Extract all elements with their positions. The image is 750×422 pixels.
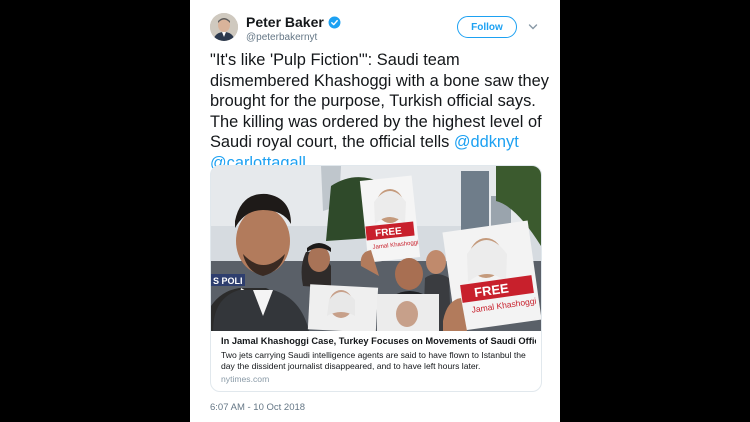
card-description: Two jets carrying Saudi intelligence age…	[221, 350, 526, 371]
chevron-down-icon[interactable]	[528, 22, 538, 32]
tweet-timestamp[interactable]: 6:07 AM - 10 Oct 2018	[210, 402, 305, 413]
news-photo: S POLI FREE Jamal Khashoggi FREE Jamal K…	[211, 166, 541, 331]
author-handle[interactable]: @peterbakernyt	[246, 32, 317, 43]
card-title[interactable]: In Jamal Khashoggi Case, Turkey Focuses …	[221, 336, 536, 346]
link-preview-card[interactable]: S POLI FREE Jamal Khashoggi FREE Jamal K…	[210, 165, 542, 392]
person-avatar-icon	[210, 13, 238, 41]
mention-ddknyt[interactable]: @ddknyt	[454, 133, 519, 151]
author-name[interactable]: Peter Baker	[246, 14, 324, 30]
follow-button[interactable]: Follow	[457, 16, 517, 38]
tweet-text: "It's like 'Pulp Fiction'": Saudi team d…	[210, 50, 555, 173]
verified-badge-icon	[328, 16, 341, 28]
author-name-row: Peter Baker	[246, 14, 341, 30]
author-avatar[interactable]	[210, 13, 238, 41]
card-domain: nytimes.com	[221, 374, 270, 384]
protest-sign-top: FREE Jamal Khashoggi	[359, 175, 421, 263]
tweet-card: Peter Baker @peterbakernyt Follow "It's …	[190, 0, 560, 422]
police-van-text: S POLI	[213, 276, 243, 286]
